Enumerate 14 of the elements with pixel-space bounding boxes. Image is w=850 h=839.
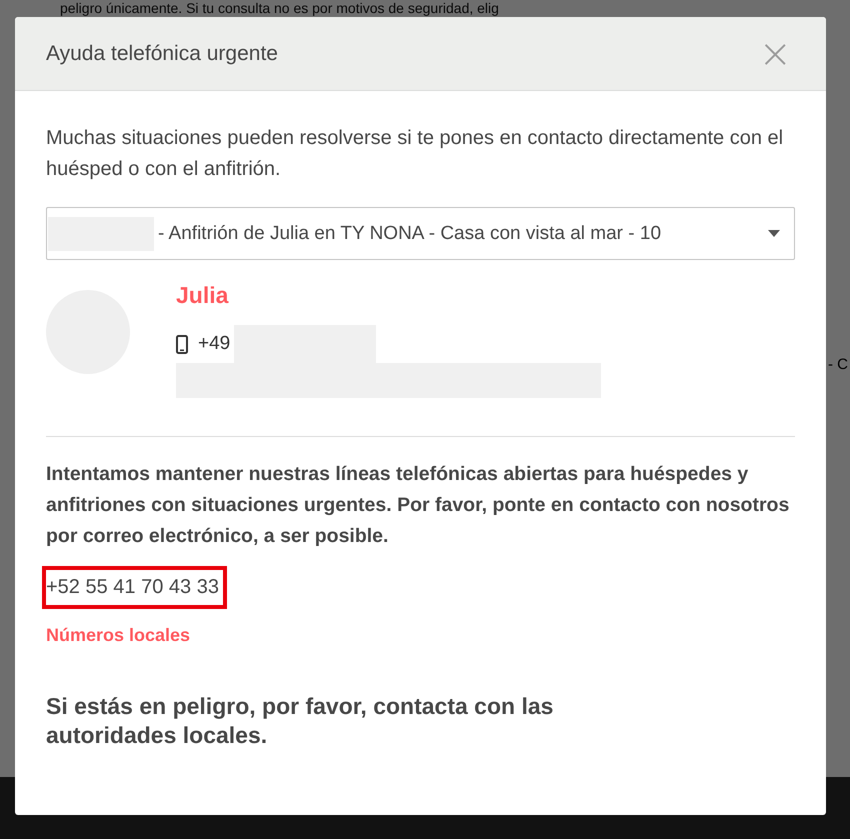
danger-note: Si estás en peligro, por favor, contacta con las autoridades locales.	[46, 692, 554, 750]
background-text: - C	[828, 356, 848, 373]
phone-number: +49	[198, 333, 230, 355]
background-text: peligro únicamente. Si tu consulta no es por motivos de seguridad, elig	[60, 0, 499, 16]
reservation-select[interactable]: - Anfitrión de Julia en TY NONA - Casa con vista al mar - 10	[46, 207, 795, 260]
support-phone-number: +52 55 41 70 43 33	[42, 566, 227, 609]
intro-text: Muchas situaciones pueden resolverse si te pones en contacto directamente con el huésped o con el anfitrión.	[46, 126, 784, 182]
contact-name: Julia	[176, 282, 230, 309]
dialog-title: Ayuda telefónica urgente	[46, 42, 278, 66]
close-button[interactable]: ×	[754, 34, 796, 74]
notice-text: Intentamos mantener nuestras líneas telefónicas abiertas para huéspedes y anfitriones con situaciones urgentes. Por favor, ponte en contacto con nosotros por correo electrónico, a ser posible.	[46, 462, 790, 549]
local-numbers-link[interactable]: Números locales	[46, 625, 795, 646]
phone-icon	[176, 334, 188, 354]
caret-icon	[768, 230, 780, 237]
